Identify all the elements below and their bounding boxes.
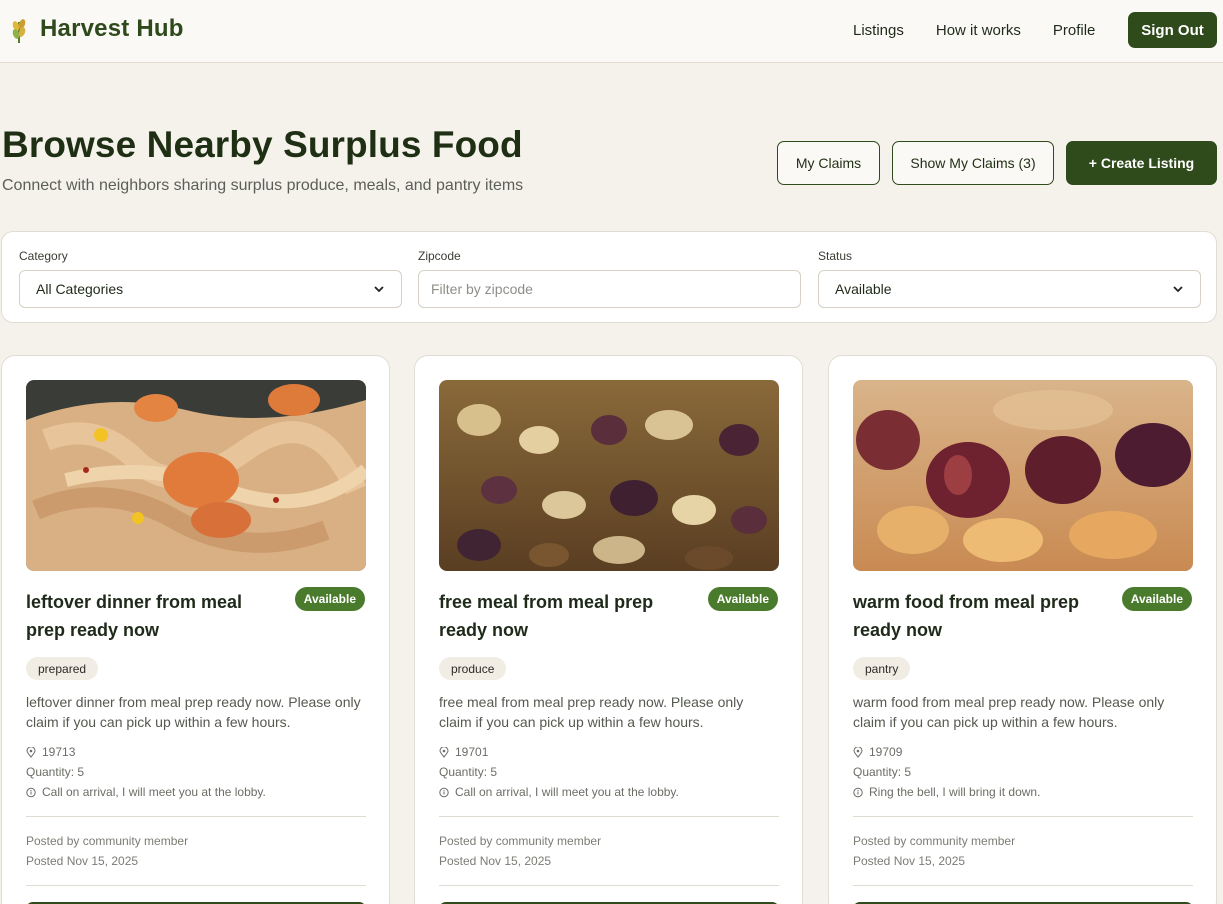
map-pin-icon (439, 746, 449, 758)
status-filter: Status Available (818, 249, 1201, 308)
chevron-down-icon (1173, 286, 1183, 293)
listing-title: warm food from meal prep ready now (853, 592, 1080, 640)
card-divider (26, 816, 366, 817)
top-navigation-bar: Harvest Hub Listings How it works Profil… (0, 0, 1223, 63)
posted-by: Posted by community member (26, 834, 189, 848)
posted-by: Posted by community member (853, 834, 1016, 848)
hazelnuts-closeup-photo (853, 380, 1193, 571)
map-pin-icon (26, 746, 36, 758)
status-badge: Available (294, 587, 365, 611)
listing-pickup-note: Call on arrival, I will meet you at the … (439, 785, 679, 799)
info-icon (26, 787, 36, 797)
category-tag: pantry (853, 657, 911, 680)
listing-title: leftover dinner from meal prep ready now (26, 592, 243, 640)
card-divider (26, 885, 366, 886)
posted-date: Posted Nov 15, 2025 (26, 854, 139, 868)
zipcode-filter: Zipcode Filter by zipcode (418, 249, 801, 308)
listing-image-pasta (26, 380, 366, 571)
listing-description: leftover dinner from meal prep ready now… (26, 694, 361, 730)
listing-quantity: Quantity: 5 (853, 765, 912, 779)
chevron-down-icon (374, 286, 384, 293)
pasta-with-shrimp-photo (26, 380, 366, 571)
listing-card[interactable]: leftover dinner from meal prep ready now… (1, 355, 390, 904)
status-label: Status (818, 249, 853, 263)
listing-description: free meal from meal prep ready now. Plea… (439, 694, 744, 730)
card-divider (439, 816, 779, 817)
listing-quantity: Quantity: 5 (439, 765, 498, 779)
posted-date: Posted Nov 15, 2025 (853, 854, 966, 868)
listing-zipcode: 19709 (853, 745, 902, 759)
nav-profile[interactable]: Profile (1053, 22, 1096, 39)
map-pin-icon (853, 746, 863, 758)
filter-panel: Category All Categories Zipcode Filter b… (1, 231, 1217, 323)
zipcode-text: 19709 (869, 745, 903, 759)
zipcode-text: 19713 (42, 745, 76, 759)
main-nav: Listings How it works Profile (853, 22, 1095, 39)
listing-card[interactable]: warm food from meal prep ready now Avail… (828, 355, 1217, 904)
category-tag: produce (439, 657, 507, 680)
posted-by: Posted by community member (439, 834, 602, 848)
category-select-value: All Categories (36, 281, 124, 297)
zipcode-text: 19701 (455, 745, 489, 759)
listing-zipcode: 19701 (439, 745, 488, 759)
listing-zipcode: 19713 (26, 745, 75, 759)
category-select[interactable]: All Categories (19, 270, 402, 308)
page-subtitle: Connect with neighbors sharing surplus p… (2, 177, 524, 194)
listing-image-nuts (439, 380, 779, 571)
listing-quantity: Quantity: 5 (26, 765, 85, 779)
category-label: Category (19, 249, 68, 263)
create-listing-button[interactable]: + Create Listing (1066, 141, 1217, 185)
listing-image-hazelnuts (853, 380, 1193, 571)
listing-description: warm food from meal prep ready now. Plea… (853, 694, 1165, 730)
card-divider (439, 885, 779, 886)
card-divider (853, 816, 1193, 817)
status-select-value: Available (835, 281, 892, 297)
nav-how-it-works[interactable]: How it works (936, 22, 1021, 39)
my-claims-button[interactable]: My Claims (777, 141, 880, 185)
brand[interactable]: Harvest Hub (8, 14, 184, 44)
pickup-note-text: Call on arrival, I will meet you at the … (42, 785, 266, 799)
listing-card[interactable]: free meal from meal prep ready now Avail… (414, 355, 803, 904)
listing-pickup-note: Ring the bell, I will bring it down. (853, 785, 1040, 799)
status-badge: Available (1121, 587, 1192, 611)
pickup-note-text: Call on arrival, I will meet you at the … (455, 785, 679, 799)
status-select[interactable]: Available (818, 270, 1201, 308)
info-icon (853, 787, 863, 797)
pickup-note-text: Ring the bell, I will bring it down. (869, 785, 1041, 799)
show-my-claims-button[interactable]: Show My Claims (3) (892, 141, 1054, 185)
posted-date: Posted Nov 15, 2025 (439, 854, 552, 868)
listing-title: free meal from meal prep ready now (439, 592, 654, 640)
nav-listings[interactable]: Listings (853, 22, 904, 39)
zipcode-label: Zipcode (418, 249, 461, 263)
wheat-logo-icon (12, 19, 26, 43)
category-filter: Category All Categories (19, 249, 402, 308)
listing-pickup-note: Call on arrival, I will meet you at the … (26, 785, 266, 799)
category-tag: prepared (26, 657, 99, 680)
info-icon (439, 787, 449, 797)
mixed-nuts-photo (439, 380, 779, 571)
status-badge: Available (707, 587, 778, 611)
zipcode-placeholder: Filter by zipcode (431, 281, 533, 297)
card-divider (853, 885, 1193, 886)
brand-name: Harvest Hub (40, 15, 184, 42)
zipcode-input[interactable]: Filter by zipcode (418, 270, 801, 308)
sign-out-button[interactable]: Sign Out (1128, 12, 1217, 48)
page-title: Browse Nearby Surplus Food (2, 124, 523, 165)
